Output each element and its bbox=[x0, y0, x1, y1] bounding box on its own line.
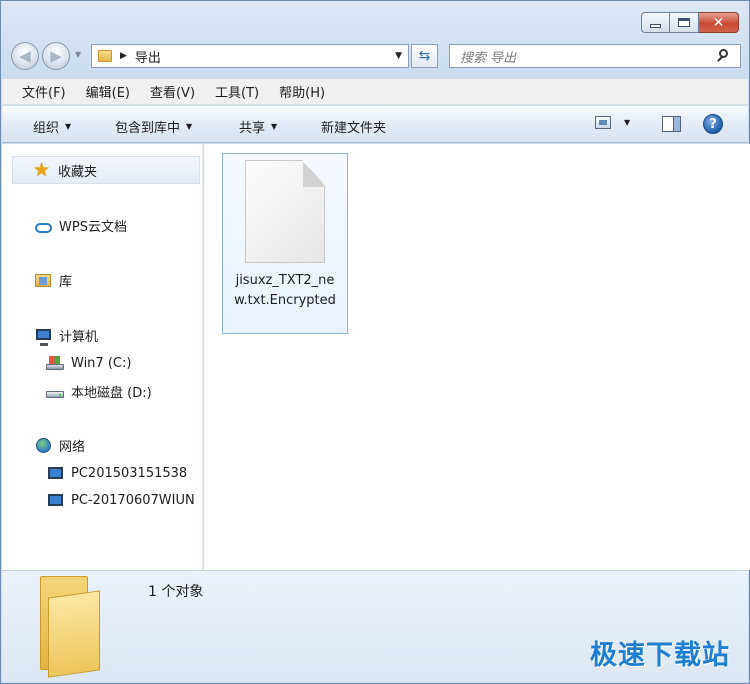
menu-edit[interactable]: 编辑(E) bbox=[86, 82, 130, 101]
watermark: 极速下载站 bbox=[590, 640, 730, 671]
window-controls: ✕ bbox=[641, 12, 739, 33]
sidebar-item-label: 计算机 bbox=[59, 330, 99, 345]
minimize-button[interactable] bbox=[641, 12, 670, 33]
command-bar: 组织 ▼ 包含到库中 ▼ 共享 ▼ 新建文件夹 ▼ ? bbox=[2, 106, 748, 143]
sidebar-item-wps-cloud[interactable]: WPS云文档 bbox=[34, 216, 127, 235]
sidebar-item-drive-c[interactable]: Win7 (C:) bbox=[46, 354, 131, 372]
windows-drive-icon bbox=[46, 356, 64, 370]
file-item[interactable]: jisuxz_TXT2_new.txt.Encrypted bbox=[222, 153, 348, 334]
network-icon bbox=[35, 438, 51, 453]
sidebar-item-net-pc2[interactable]: PC-20170607WIUN bbox=[46, 491, 202, 509]
chevron-down-icon: ▼ bbox=[271, 122, 278, 131]
organize-button[interactable]: 组织 ▼ bbox=[33, 117, 71, 136]
star-icon: ★ bbox=[33, 158, 51, 181]
view-icon bbox=[595, 116, 611, 129]
details-pane: 1 个对象 极速下载站 bbox=[2, 570, 748, 682]
minimize-icon bbox=[650, 23, 661, 28]
chevron-down-icon[interactable]: ▼ bbox=[624, 118, 630, 127]
change-view-button[interactable]: ▼ bbox=[595, 116, 630, 129]
back-button[interactable]: ◀ bbox=[11, 42, 39, 70]
address-dropdown-icon[interactable]: ▼ bbox=[395, 51, 402, 61]
hard-drive-icon bbox=[46, 391, 64, 398]
menu-help[interactable]: 帮助(H) bbox=[279, 82, 325, 101]
explorer-window: ✕ ◀ ▶ ▼ ▶ 导出 ▼ ⇆ 搜索 导出 文件(F) 编辑(E) 查看(V)… bbox=[0, 0, 750, 684]
sidebar-item-label: WPS云文档 bbox=[59, 220, 127, 235]
chevron-down-icon: ▼ bbox=[186, 122, 193, 131]
search-input[interactable]: 搜索 导出 bbox=[460, 47, 716, 66]
sidebar-item-drive-d[interactable]: 本地磁盘 (D:) bbox=[46, 382, 152, 401]
organize-label: 组织 bbox=[33, 121, 60, 136]
address-bar[interactable]: ▶ 导出 ▼ bbox=[91, 44, 409, 68]
file-name: jisuxz_TXT2_new.txt.Encrypted bbox=[234, 273, 336, 308]
sidebar-item-label: PC201503151538 bbox=[71, 465, 188, 481]
sidebar-item-label: Win7 (C:) bbox=[71, 355, 132, 371]
sidebar-item-net-pc1[interactable]: PC201503151538 bbox=[46, 464, 187, 482]
back-arrow-icon: ◀ bbox=[19, 47, 31, 65]
maximize-button[interactable] bbox=[670, 12, 699, 33]
chevron-down-icon: ▼ bbox=[65, 122, 72, 131]
menu-bar: 文件(F) 编辑(E) 查看(V) 工具(T) 帮助(H) bbox=[2, 79, 748, 105]
network-computer-icon bbox=[47, 467, 63, 479]
refresh-button[interactable]: ⇆ bbox=[411, 44, 438, 68]
folder-icon bbox=[98, 50, 112, 62]
refresh-icon: ⇆ bbox=[418, 48, 431, 64]
help-button[interactable]: ? bbox=[703, 114, 723, 134]
recent-pages-dropdown[interactable]: ▼ bbox=[75, 50, 81, 59]
sidebar-item-label: PC-20170607WIUN bbox=[71, 492, 195, 508]
library-icon bbox=[35, 274, 51, 287]
file-list: jisuxz_TXT2_new.txt.Encrypted bbox=[204, 144, 750, 570]
cloud-icon bbox=[34, 222, 52, 233]
sidebar-item-favorites[interactable]: ★ 收藏夹 bbox=[12, 156, 200, 184]
network-computer-icon bbox=[47, 494, 63, 506]
sidebar-item-label: 本地磁盘 (D:) bbox=[71, 386, 152, 401]
help-icon: ? bbox=[709, 116, 717, 132]
sidebar-item-label: 库 bbox=[59, 275, 73, 290]
share-button[interactable]: 共享 ▼ bbox=[239, 117, 277, 136]
maximize-icon bbox=[678, 18, 690, 27]
close-button[interactable]: ✕ bbox=[699, 12, 739, 33]
sidebar-item-label: 收藏夹 bbox=[58, 164, 98, 180]
search-icon[interactable] bbox=[716, 48, 732, 64]
navigation-bar: ◀ ▶ ▼ ▶ 导出 ▼ ⇆ 搜索 导出 bbox=[11, 41, 741, 71]
folder-icon bbox=[40, 576, 100, 678]
forward-button[interactable]: ▶ bbox=[42, 42, 70, 70]
navigation-pane: ★ 收藏夹 WPS云文档 库 计算机 Win7 (C:) 本地磁盘 (D:) 网… bbox=[2, 144, 203, 570]
include-library-label: 包含到库中 bbox=[115, 121, 181, 136]
breadcrumb-chevron-icon[interactable]: ▶ bbox=[120, 51, 127, 61]
close-icon: ✕ bbox=[712, 14, 725, 31]
computer-icon bbox=[35, 328, 51, 346]
breadcrumb-current[interactable]: 导出 bbox=[135, 47, 161, 66]
search-box[interactable]: 搜索 导出 bbox=[449, 44, 741, 68]
sidebar-item-label: 网络 bbox=[59, 440, 86, 455]
new-folder-label: 新建文件夹 bbox=[321, 121, 387, 136]
forward-arrow-icon: ▶ bbox=[50, 47, 62, 65]
menu-tools[interactable]: 工具(T) bbox=[215, 82, 259, 101]
sidebar-item-libraries[interactable]: 库 bbox=[34, 271, 72, 290]
menu-view[interactable]: 查看(V) bbox=[150, 82, 195, 101]
sidebar-item-computer[interactable]: 计算机 bbox=[34, 326, 99, 346]
share-label: 共享 bbox=[239, 121, 266, 136]
item-count: 1 个对象 bbox=[148, 584, 204, 600]
preview-pane-button[interactable] bbox=[662, 116, 681, 132]
new-folder-button[interactable]: 新建文件夹 bbox=[321, 117, 386, 136]
menu-file[interactable]: 文件(F) bbox=[22, 82, 66, 101]
include-in-library-button[interactable]: 包含到库中 ▼ bbox=[115, 117, 192, 136]
sidebar-item-network[interactable]: 网络 bbox=[34, 436, 85, 455]
